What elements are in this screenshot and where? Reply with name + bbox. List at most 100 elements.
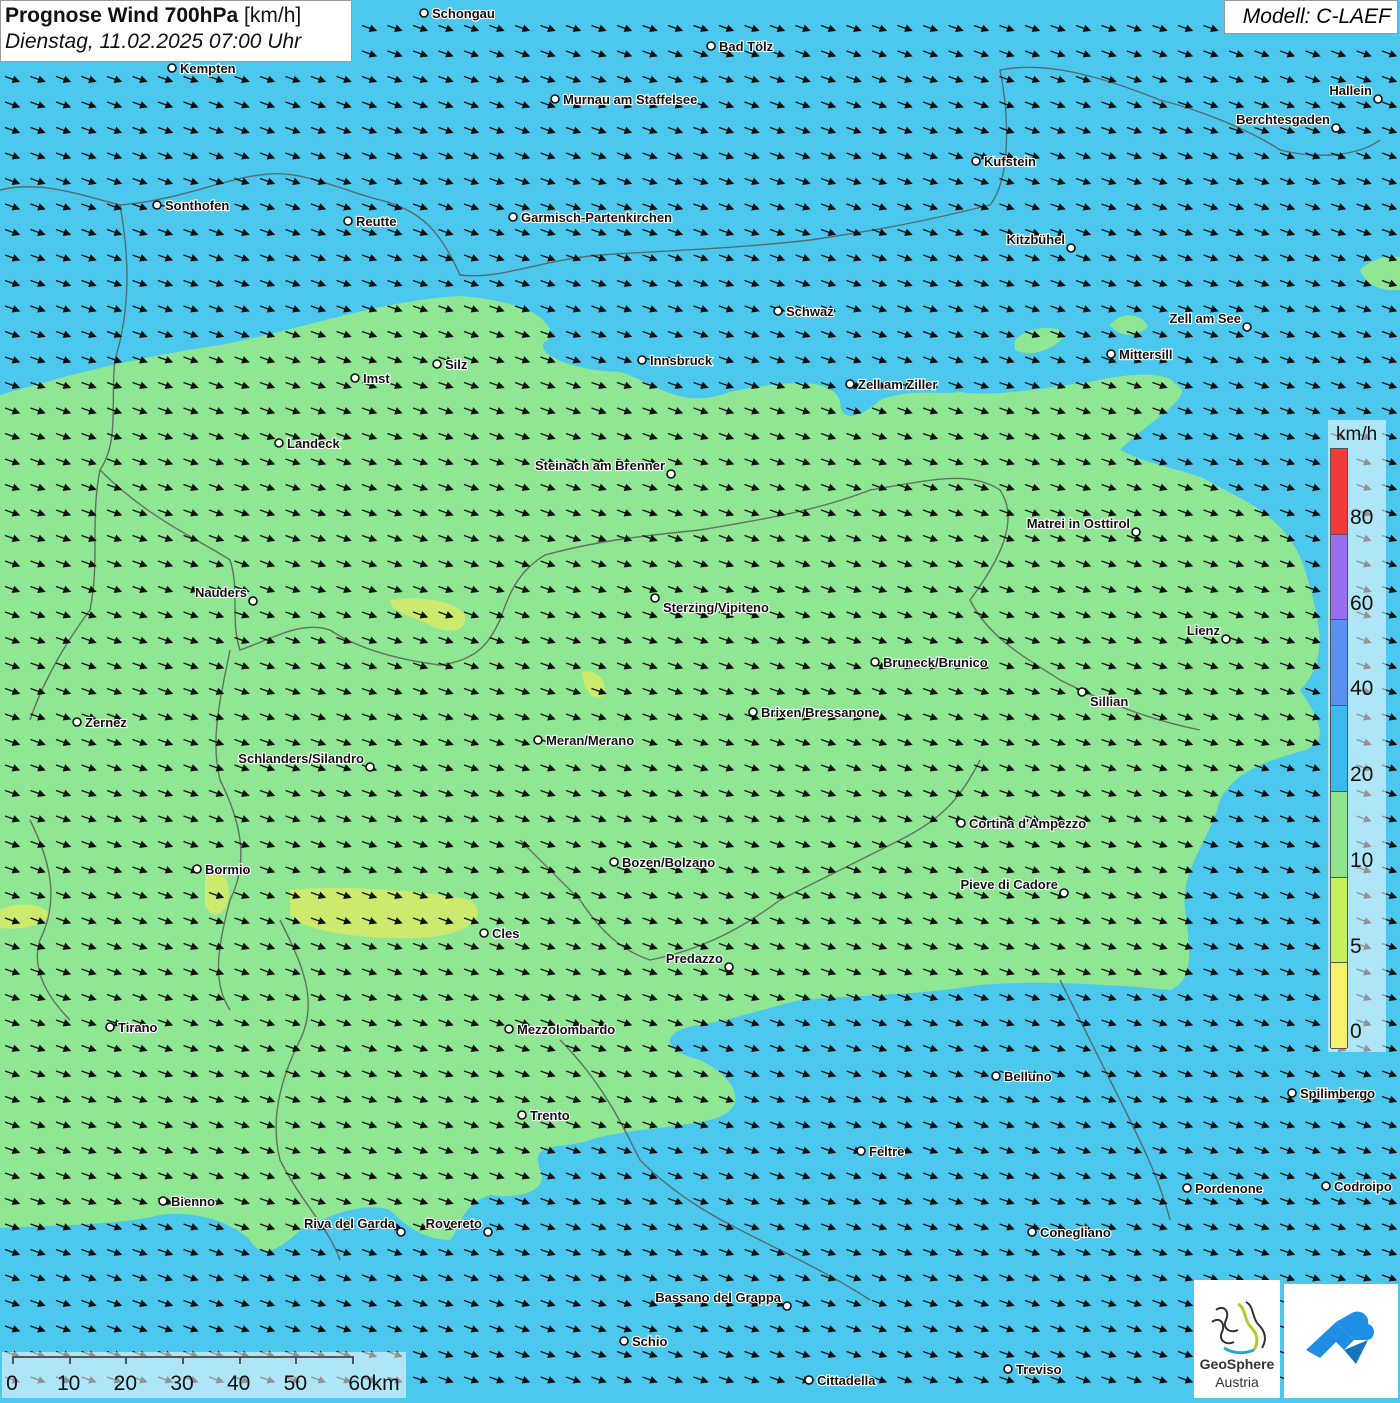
city-marker[interactable]: Zell am Ziller bbox=[845, 376, 939, 393]
city-dot-icon bbox=[248, 596, 258, 606]
city-dot-icon bbox=[956, 818, 966, 828]
title-box: Prognose Wind 700hPa [km/h] Dienstag, 11… bbox=[0, 0, 352, 62]
legend-label: 5 bbox=[1350, 934, 1362, 958]
city-label: Belluno bbox=[1004, 1069, 1052, 1084]
city-label: Zell am Ziller bbox=[858, 377, 937, 392]
weather-app-icon bbox=[1306, 1311, 1374, 1364]
city-dot-icon bbox=[650, 593, 660, 603]
city-dot-icon bbox=[396, 1227, 406, 1237]
legend-segment bbox=[1331, 791, 1347, 878]
scale-label: 20 bbox=[113, 1372, 138, 1395]
city-label: Meran/Merano bbox=[546, 733, 634, 748]
city-dot-icon bbox=[432, 359, 442, 369]
city-label: Cles bbox=[492, 926, 519, 941]
city-dot-icon bbox=[1221, 634, 1231, 644]
legend-label: 10 bbox=[1350, 848, 1374, 872]
city-marker[interactable]: Murnau am Staffelsee bbox=[550, 91, 698, 108]
city-dot-icon bbox=[1106, 349, 1116, 359]
city-label: Spilimbergo bbox=[1300, 1086, 1375, 1101]
city-label: Riva del Garda bbox=[304, 1216, 396, 1231]
city-marker[interactable]: Sonthofen bbox=[152, 197, 230, 214]
city-dot-icon bbox=[870, 657, 880, 667]
city-dot-icon bbox=[158, 1196, 168, 1206]
city-marker[interactable]: Bozen/Bolzano bbox=[609, 854, 716, 871]
city-dot-icon bbox=[1027, 1227, 1037, 1237]
city-label: Bozen/Bolzano bbox=[622, 855, 715, 870]
city-dot-icon bbox=[1287, 1088, 1297, 1098]
city-dot-icon bbox=[1066, 243, 1076, 253]
city-label: Zernez bbox=[85, 715, 127, 730]
legend-label: 20 bbox=[1350, 763, 1374, 787]
wind-map[interactable]: Schongau Bad Tölz Kempten Murnau am Staffel… bbox=[0, 0, 1400, 1400]
city-label: Innsbruck bbox=[650, 353, 713, 368]
city-dot-icon bbox=[152, 200, 162, 210]
legend-segment bbox=[1331, 620, 1347, 707]
city-dot-icon bbox=[1077, 687, 1087, 697]
city-dot-icon bbox=[1182, 1183, 1192, 1193]
city-marker[interactable]: Spilimbergo bbox=[1287, 1085, 1376, 1102]
city-dot-icon bbox=[991, 1071, 1001, 1081]
city-marker[interactable]: Bruneck/Brunico bbox=[870, 654, 989, 671]
city-label: Schio bbox=[632, 1334, 667, 1349]
city-label: Bad Tölz bbox=[719, 39, 774, 54]
city-label: Rovereto bbox=[426, 1216, 482, 1231]
city-label: Predazzo bbox=[666, 951, 723, 966]
city-marker[interactable]: Schongau bbox=[419, 5, 496, 22]
city-marker[interactable]: Cortina d'Ampezzo bbox=[956, 815, 1087, 832]
city-marker[interactable]: Meran/Merano bbox=[533, 732, 635, 749]
legend-segment bbox=[1331, 449, 1347, 535]
city-dot-icon bbox=[550, 94, 560, 104]
city-label: Trento bbox=[530, 1108, 570, 1123]
city-marker[interactable]: Mezzolombardo bbox=[504, 1021, 616, 1038]
geosphere-country: Austria bbox=[1215, 1374, 1259, 1390]
city-label: Nauders bbox=[195, 585, 247, 600]
legend-segment bbox=[1331, 706, 1347, 792]
legend-label: 80 bbox=[1350, 506, 1374, 529]
city-label: Bormio bbox=[205, 862, 251, 877]
city-marker[interactable]: Garmisch-Partenkirchen bbox=[508, 209, 673, 226]
city-dot-icon bbox=[724, 962, 734, 972]
city-label: Kitzbühel bbox=[1007, 232, 1066, 247]
city-label: Conegliano bbox=[1040, 1225, 1111, 1240]
city-dot-icon bbox=[1321, 1181, 1331, 1191]
app-logo[interactable] bbox=[1284, 1284, 1398, 1398]
city-dot-icon bbox=[105, 1022, 115, 1032]
legend-color-bar bbox=[1330, 448, 1348, 1049]
city-marker[interactable]: Pordenone bbox=[1182, 1180, 1264, 1197]
city-dot-icon bbox=[782, 1301, 792, 1311]
city-dot-icon bbox=[192, 864, 202, 874]
city-dot-icon bbox=[1373, 94, 1383, 104]
city-dot-icon bbox=[72, 717, 82, 727]
scale-label: 30 bbox=[170, 1372, 194, 1395]
city-dot-icon bbox=[971, 156, 981, 166]
scale-label: 50 bbox=[283, 1372, 308, 1395]
city-dot-icon bbox=[483, 1227, 493, 1237]
city-dot-icon bbox=[666, 469, 676, 479]
city-label: Schongau bbox=[432, 6, 495, 21]
city-marker[interactable]: Brixen/Bressanone bbox=[748, 704, 881, 721]
city-dot-icon bbox=[637, 355, 647, 365]
scale-tick bbox=[295, 1356, 298, 1364]
title-unit: [km/h] bbox=[244, 4, 302, 27]
city-marker[interactable]: Conegliano bbox=[1027, 1224, 1112, 1241]
legend-label: 40 bbox=[1350, 677, 1374, 701]
city-label: Cittadella bbox=[817, 1373, 876, 1388]
city-dot-icon bbox=[419, 8, 429, 18]
city-dot-icon bbox=[508, 212, 518, 222]
forecast-datetime: Dienstag, 11.02.2025 07:00 Uhr bbox=[5, 30, 302, 53]
legend-segment bbox=[1331, 534, 1347, 621]
legend-label: 60 bbox=[1350, 591, 1374, 615]
city-label: Murnau am Staffelsee bbox=[563, 92, 697, 107]
city-label: Lienz bbox=[1187, 623, 1221, 638]
city-label: Hallein bbox=[1329, 83, 1372, 98]
city-label: Imst bbox=[363, 371, 390, 386]
city-dot-icon bbox=[504, 1024, 514, 1034]
city-label: Matrei in Osttirol bbox=[1027, 516, 1130, 531]
city-label: Sillian bbox=[1090, 694, 1128, 709]
city-marker[interactable]: Innsbruck bbox=[637, 352, 714, 369]
city-dot-icon bbox=[533, 735, 543, 745]
geosphere-logo[interactable]: GeoSphere Austria bbox=[1194, 1280, 1280, 1398]
city-label: Bruneck/Brunico bbox=[883, 655, 988, 670]
city-label: Bienno bbox=[171, 1194, 215, 1209]
city-label: Codroipo bbox=[1334, 1179, 1392, 1194]
